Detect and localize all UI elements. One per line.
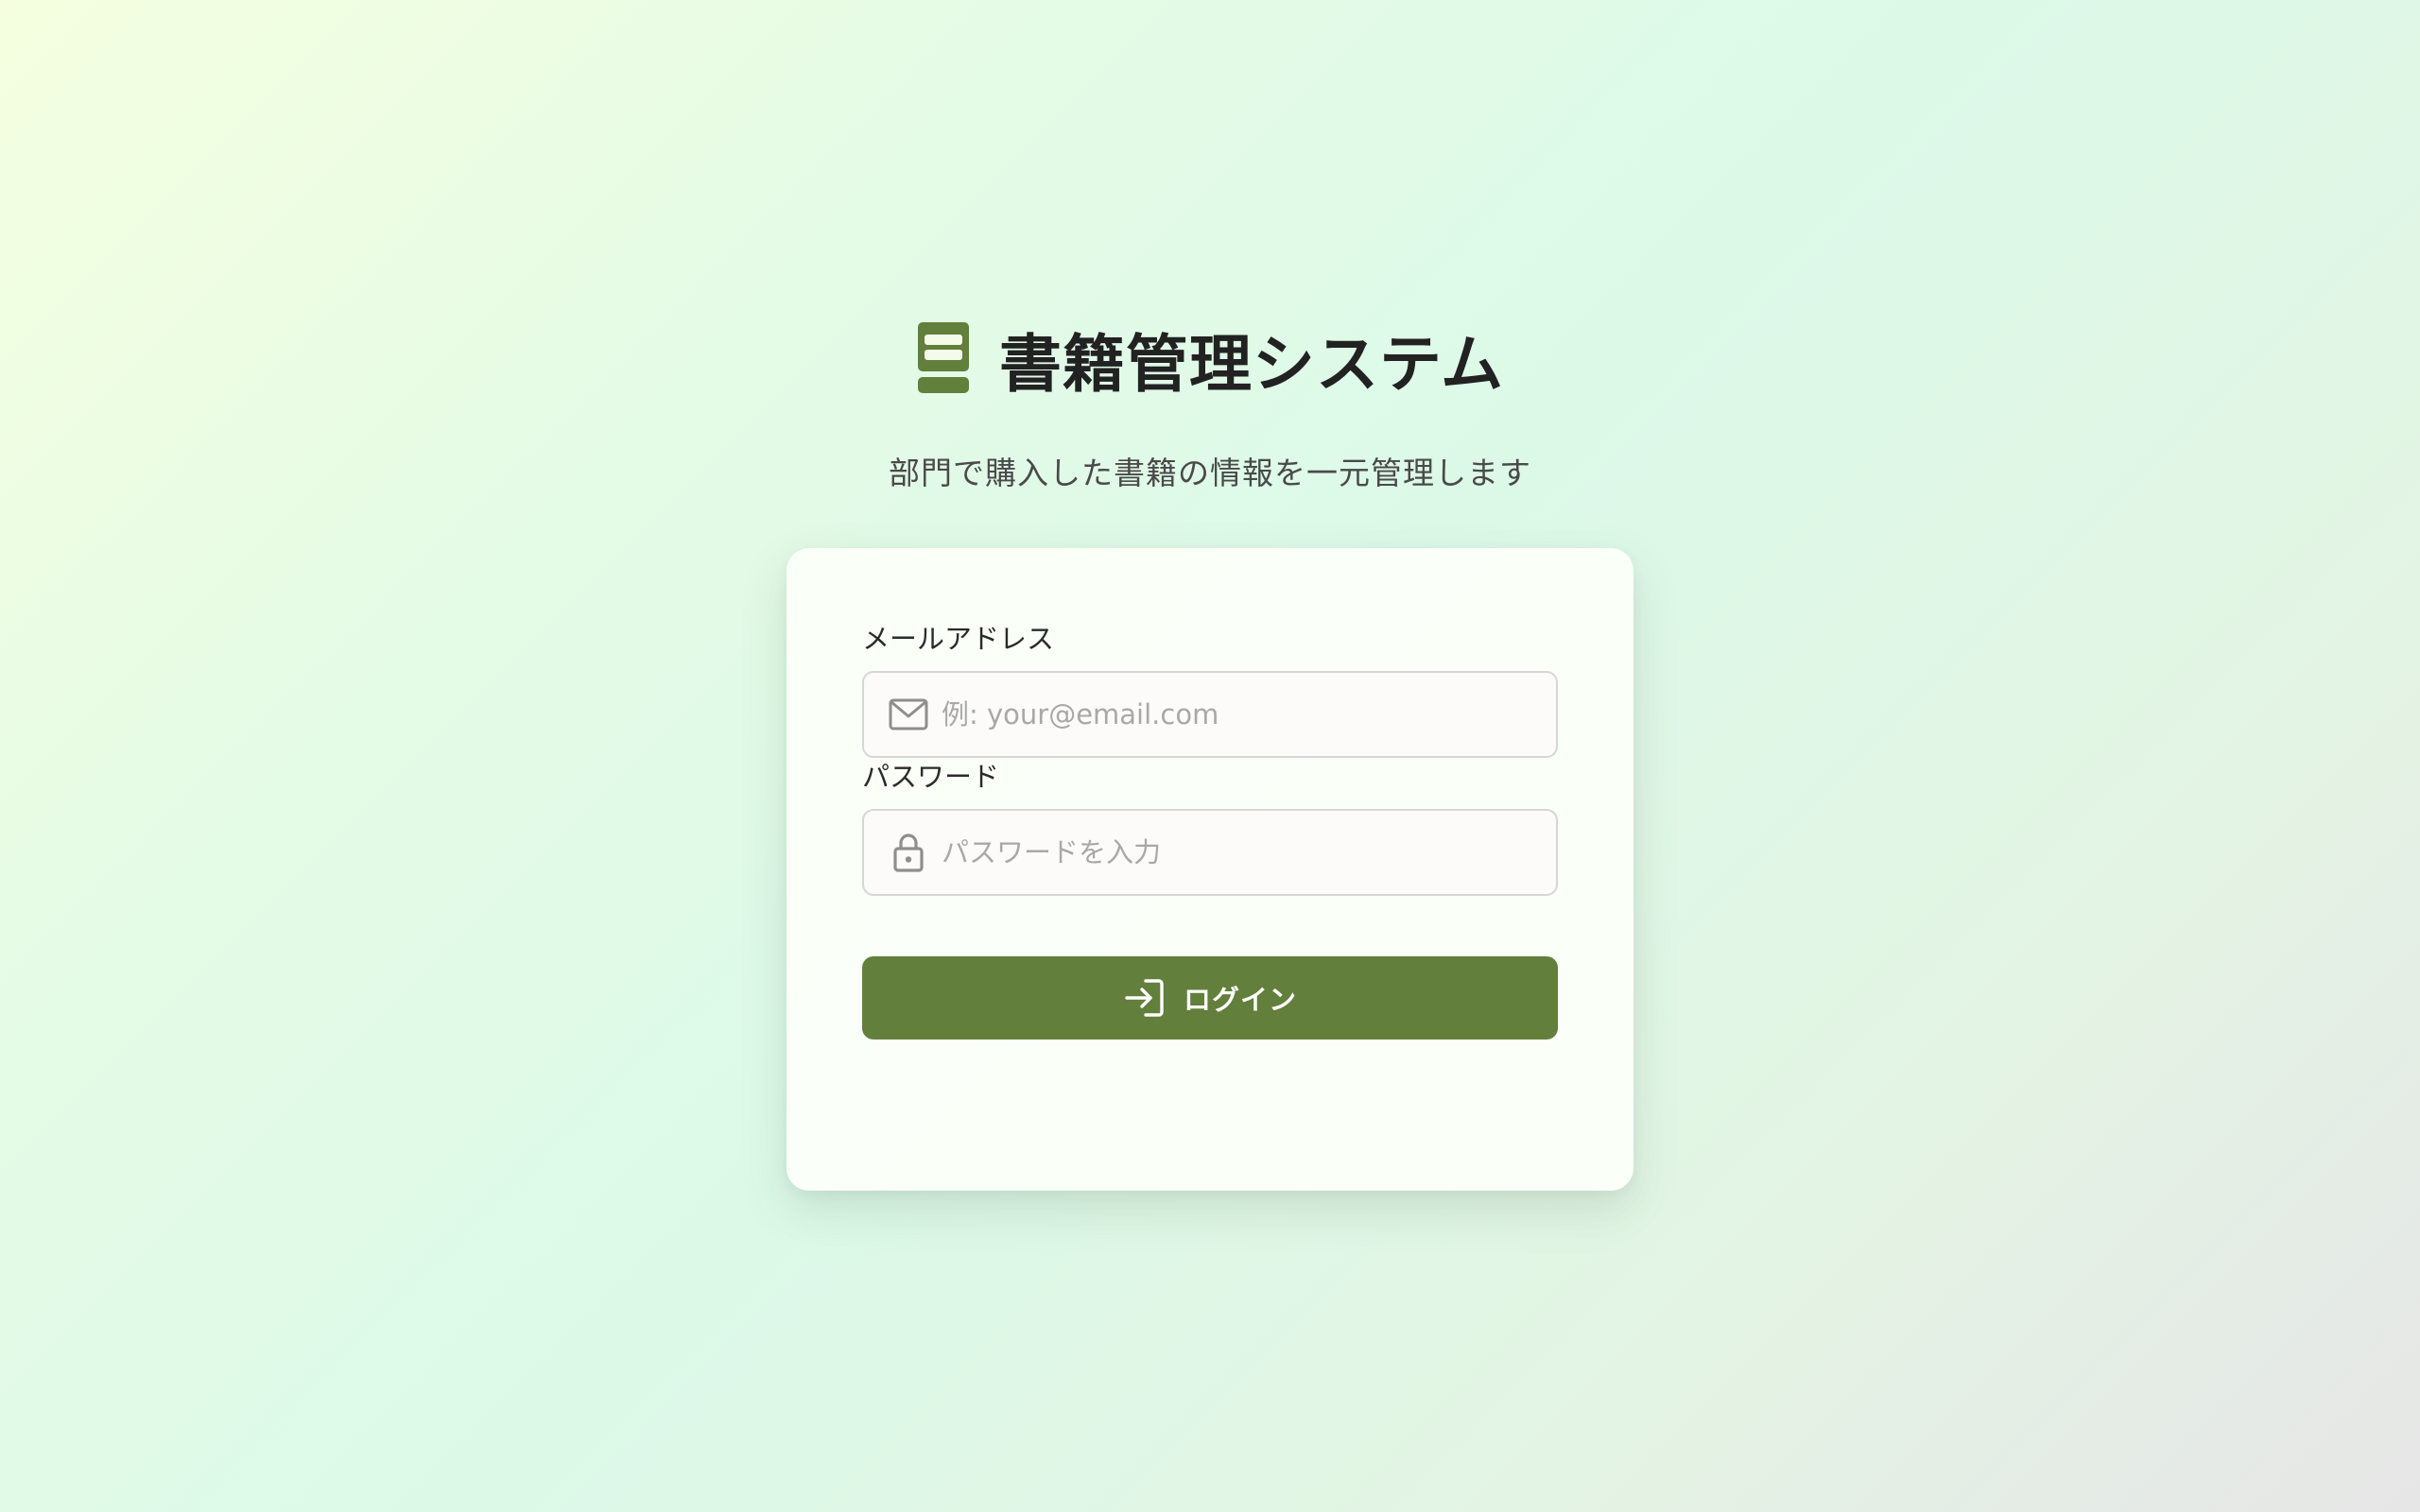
login-card: メールアドレス パスワード ログイン [786,548,1634,1191]
password-field[interactable] [862,809,1558,896]
login-icon [1125,979,1164,1017]
password-input[interactable] [942,836,1547,868]
book-stack-icon [917,322,969,393]
email-input[interactable] [942,698,1547,730]
app-title: 書籍管理システム [998,328,1505,401]
title-row: 書籍管理システム [916,312,1504,406]
login-button[interactable]: ログイン [862,956,1558,1040]
page-header: 書籍管理システム 部門で購入した書籍の情報を一元管理します [0,312,2420,493]
app-subtitle: 部門で購入した書籍の情報を一元管理します [889,455,1531,491]
lock-icon [889,833,928,872]
login-button-label: ログイン [1183,984,1297,1016]
mail-icon [889,695,928,734]
password-label: パスワード [862,761,1000,793]
email-field[interactable] [862,671,1558,758]
email-label: メールアドレス [862,623,1055,655]
